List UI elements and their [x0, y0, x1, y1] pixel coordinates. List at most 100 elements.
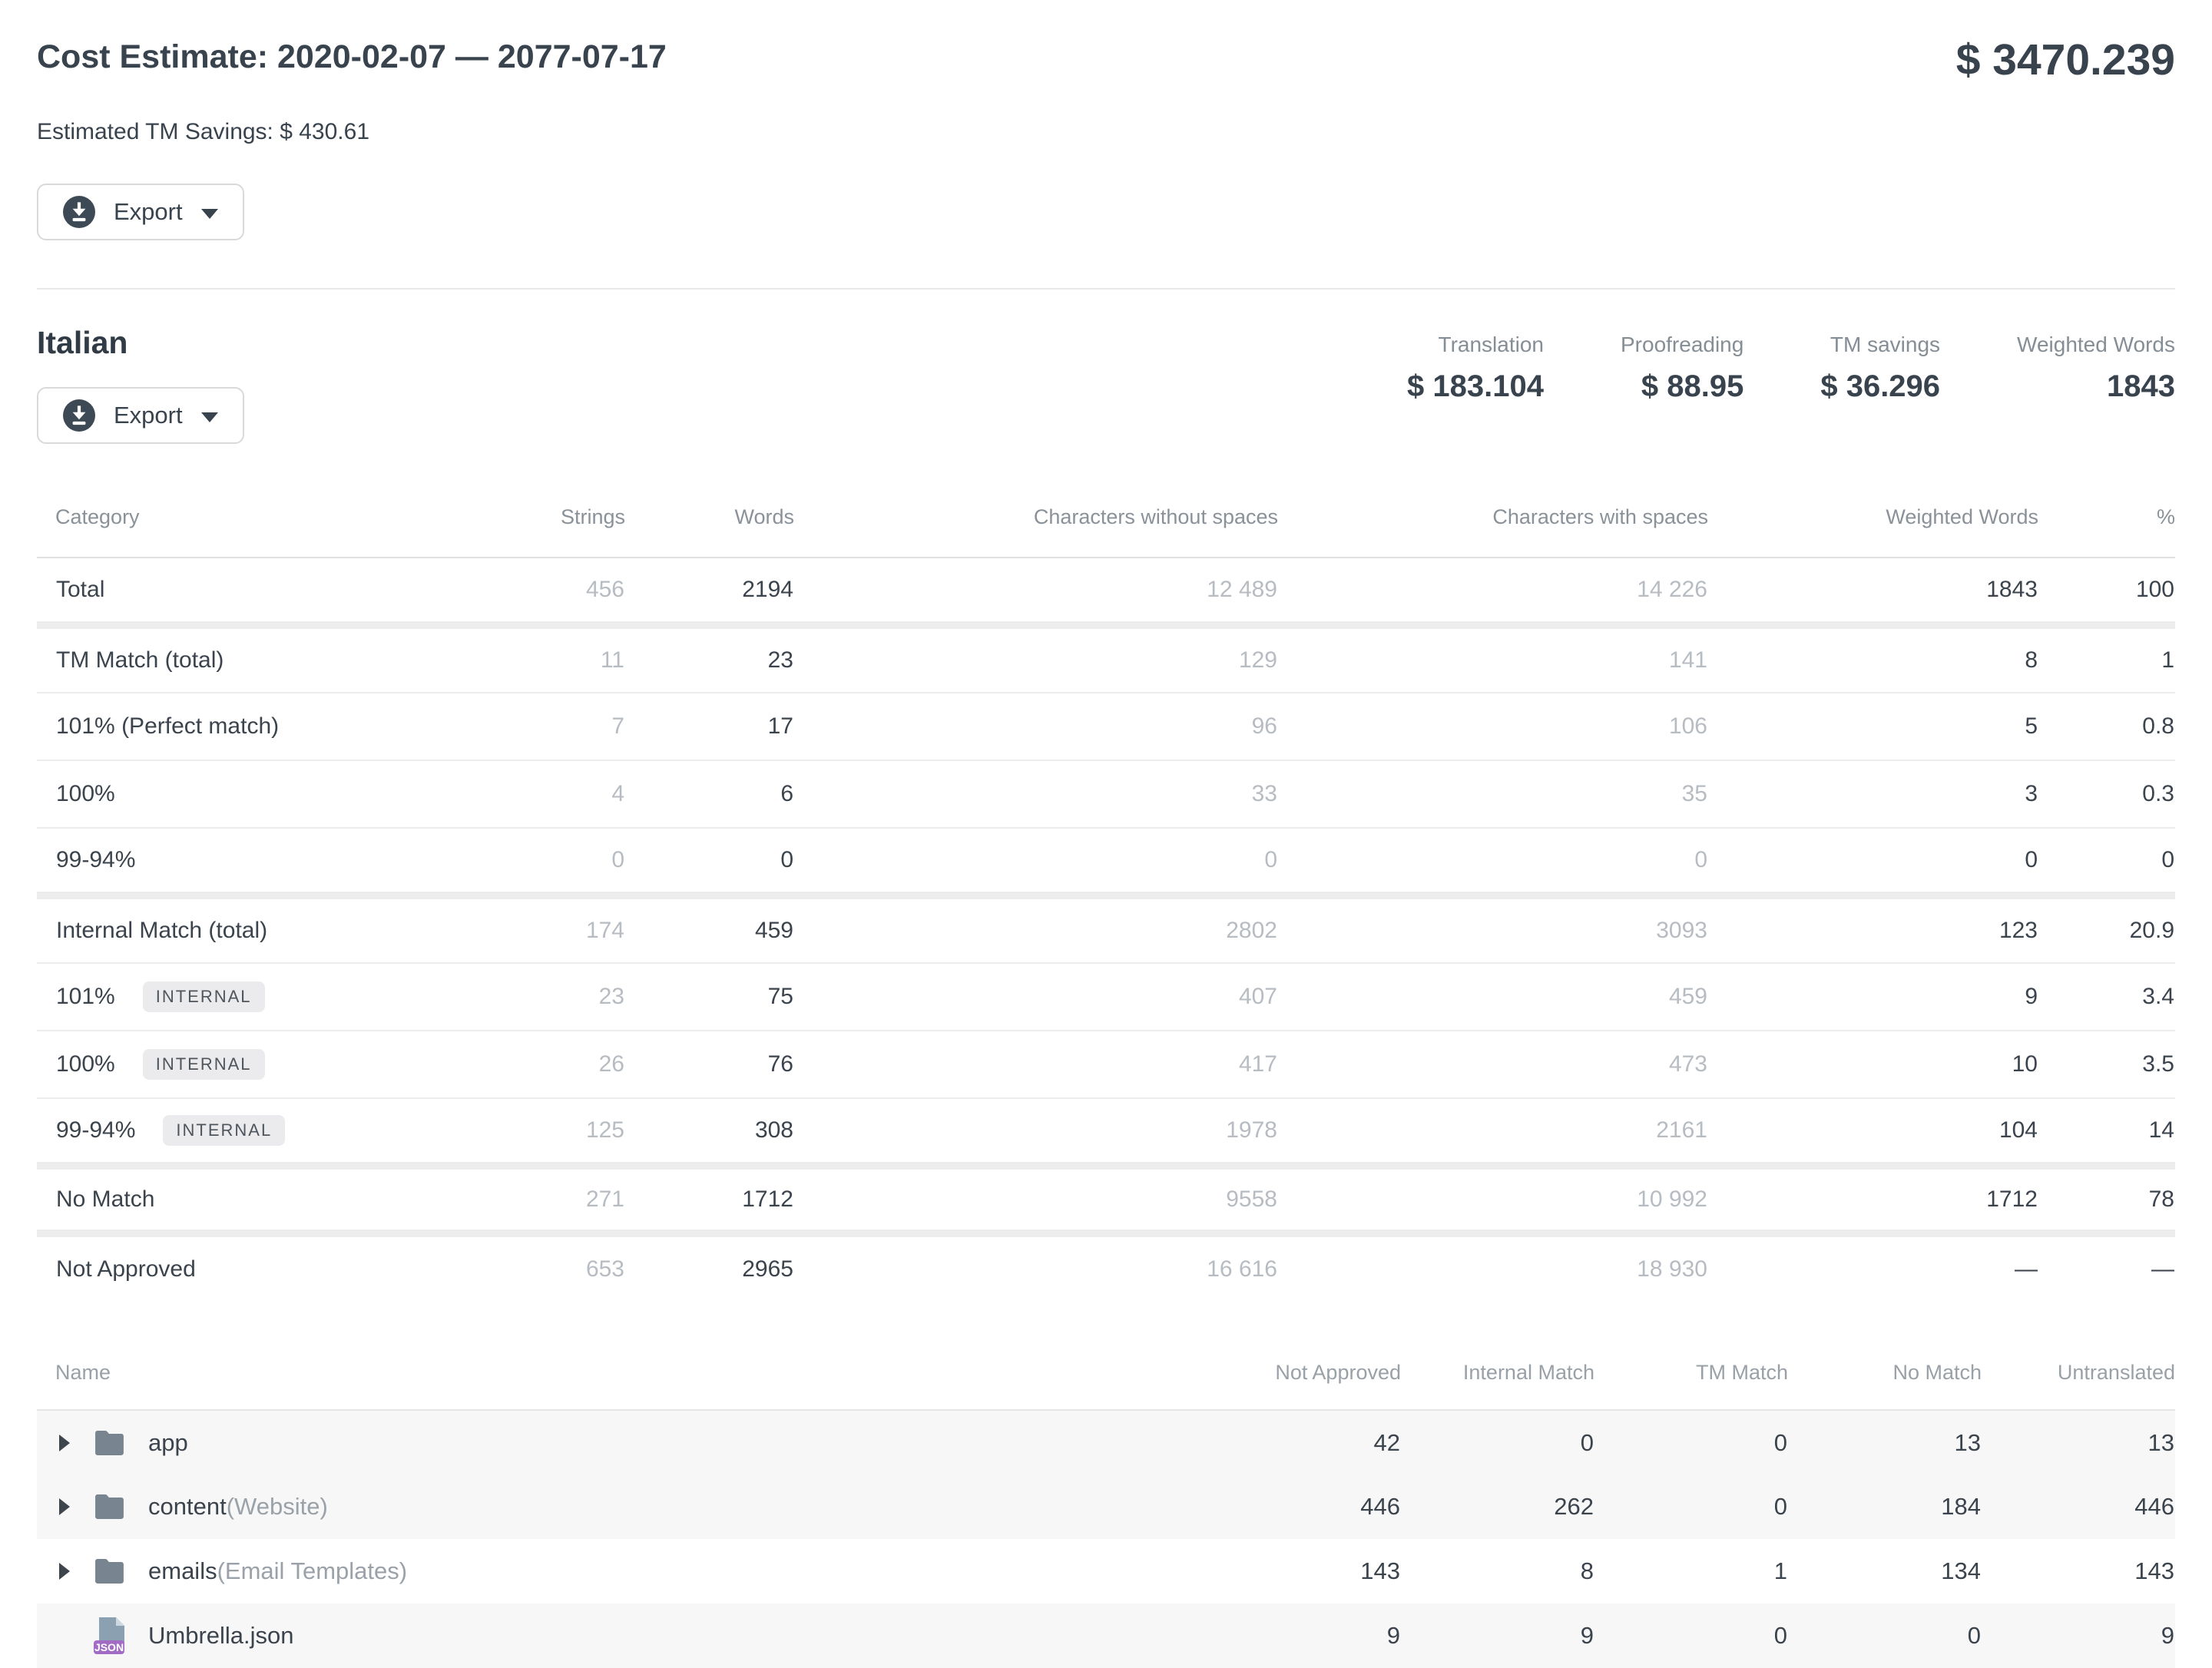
- export-button-label: Export: [114, 402, 183, 429]
- cell-not-approved: 446: [1207, 1474, 1401, 1539]
- cell-chars-with-spaces: 0: [1278, 828, 1708, 895]
- cost-breakdown-table: Category Strings Words Characters withou…: [37, 485, 2175, 1301]
- files-table-body: app 42 0 0 13 13 content (Website) 446: [37, 1410, 2175, 1668]
- category-label: TM Match (total): [56, 647, 224, 673]
- col-name: Name: [37, 1349, 1207, 1410]
- cell-weighted-words: 3: [1708, 760, 2038, 828]
- cell-words: 76: [625, 1031, 794, 1098]
- cell-percent: 78: [2038, 1166, 2175, 1233]
- cell-chars-with-spaces: 459: [1278, 963, 1708, 1031]
- col-category: Category: [37, 485, 410, 558]
- cell-percent: 0: [2038, 828, 2175, 895]
- cost-table-row: 101% INTERNAL 23 75 407 459 9 3.4: [37, 963, 2175, 1031]
- cell-no-match: 134: [1788, 1539, 1982, 1603]
- cell-percent: 20.9: [2038, 895, 2175, 963]
- stat-value: $ 88.95: [1621, 369, 1743, 404]
- cost-table-row: 99-94% INTERNAL 125 308 1978 2161 104 14: [37, 1098, 2175, 1166]
- cell-strings: 4: [410, 760, 625, 828]
- cell-chars-with-spaces: 3093: [1278, 895, 1708, 963]
- cell-percent: 14: [2038, 1098, 2175, 1166]
- cost-table-row: Internal Match (total) 174 459 2802 3093…: [37, 895, 2175, 963]
- cell-not-approved: 42: [1207, 1410, 1401, 1474]
- cell-untranslated: 13: [1982, 1410, 2175, 1474]
- cell-percent: 100: [2038, 558, 2175, 625]
- cell-no-match: 0: [1788, 1603, 1982, 1668]
- cell-chars-without-spaces: 129: [794, 625, 1278, 693]
- category-label: No Match: [56, 1186, 154, 1213]
- page-header: Cost Estimate: 2020-02-07 — 2077-07-17 $…: [37, 0, 2175, 82]
- cell-untranslated: 143: [1982, 1539, 2175, 1603]
- stat-value: $ 36.296: [1820, 369, 1940, 404]
- chevron-down-icon: [201, 209, 218, 219]
- cell-words: 6: [625, 760, 794, 828]
- cell-chars-without-spaces: 2802: [794, 895, 1278, 963]
- cost-table-row: TM Match (total) 11 23 129 141 8 1: [37, 625, 2175, 693]
- file-name: emails: [148, 1557, 217, 1585]
- cell-tm-match: 1: [1594, 1539, 1788, 1603]
- cell-strings: 653: [410, 1233, 625, 1301]
- cell-words: 0: [625, 828, 794, 895]
- cell-internal-match: 9: [1401, 1603, 1594, 1668]
- file-row[interactable]: app 42 0 0 13 13: [37, 1410, 2175, 1474]
- cell-weighted-words: 123: [1708, 895, 2038, 963]
- files-table-header-row: Name Not Approved Internal Match TM Matc…: [37, 1349, 2175, 1410]
- cell-percent: 0.8: [2038, 693, 2175, 760]
- json-file-icon: JSON: [93, 1617, 128, 1655]
- internal-badge: INTERNAL: [143, 981, 265, 1012]
- cost-table-row: 100% 4 6 33 35 3 0.3: [37, 760, 2175, 828]
- cell-untranslated: 9: [1982, 1603, 2175, 1668]
- cell-percent: 3.4: [2038, 963, 2175, 1031]
- cell-strings: 7: [410, 693, 625, 760]
- category-label: 101% (Perfect match): [56, 713, 279, 740]
- cost-table-row: 100% INTERNAL 26 76 417 473 10 3.5: [37, 1031, 2175, 1098]
- stat-label: Weighted Words: [2017, 333, 2175, 357]
- export-button[interactable]: Export: [37, 184, 244, 240]
- cell-words: 75: [625, 963, 794, 1031]
- cell-chars-with-spaces: 473: [1278, 1031, 1708, 1098]
- cell-chars-with-spaces: 106: [1278, 693, 1708, 760]
- download-icon: [63, 196, 95, 228]
- file-suffix: (Email Templates): [217, 1557, 408, 1585]
- cost-table-row: No Match 271 1712 9558 10 992 1712 78: [37, 1166, 2175, 1233]
- stat-label: Proofreading: [1621, 333, 1743, 357]
- cell-chars-without-spaces: 1978: [794, 1098, 1278, 1166]
- cell-tm-match: 0: [1594, 1474, 1788, 1539]
- language-header: Italian Export Translation $ 183.104: [37, 325, 2175, 444]
- col-no-match: No Match: [1788, 1349, 1982, 1410]
- cost-table-row: Total 456 2194 12 489 14 226 1843 100: [37, 558, 2175, 625]
- col-tm-match: TM Match: [1594, 1349, 1788, 1410]
- cell-chars-without-spaces: 9558: [794, 1166, 1278, 1233]
- chevron-right-icon[interactable]: [59, 1498, 70, 1515]
- cell-words: 17: [625, 693, 794, 760]
- cell-strings: 174: [410, 895, 625, 963]
- file-row[interactable]: JSON Umbrella.json 9 9 0 0 9: [37, 1603, 2175, 1668]
- cell-weighted-words: 0: [1708, 828, 2038, 895]
- cell-chars-with-spaces: 2161: [1278, 1098, 1708, 1166]
- cost-table-header-row: Category Strings Words Characters withou…: [37, 485, 2175, 558]
- language-export-button[interactable]: Export: [37, 387, 244, 444]
- cell-strings: 26: [410, 1031, 625, 1098]
- internal-badge: INTERNAL: [143, 1049, 265, 1080]
- cell-percent: 0.3: [2038, 760, 2175, 828]
- cell-words: 2965: [625, 1233, 794, 1301]
- cell-strings: 271: [410, 1166, 625, 1233]
- file-row[interactable]: content (Website) 446 262 0 184 446: [37, 1474, 2175, 1539]
- category-label: 99-94%: [56, 847, 135, 873]
- total-cost: $ 3470.239: [1956, 38, 2175, 82]
- page-title: Cost Estimate: 2020-02-07 — 2077-07-17: [37, 38, 667, 76]
- cell-percent: 3.5: [2038, 1031, 2175, 1098]
- cell-chars-without-spaces: 417: [794, 1031, 1278, 1098]
- internal-badge: INTERNAL: [163, 1115, 285, 1146]
- chevron-right-icon[interactable]: [59, 1435, 70, 1451]
- cell-chars-with-spaces: 141: [1278, 625, 1708, 693]
- download-icon: [63, 399, 95, 432]
- col-weighted-words: Weighted Words: [1708, 485, 2038, 558]
- cell-weighted-words: 10: [1708, 1031, 2038, 1098]
- col-internal-match: Internal Match: [1401, 1349, 1594, 1410]
- col-words: Words: [625, 485, 794, 558]
- chevron-right-icon[interactable]: [59, 1563, 70, 1580]
- cell-chars-without-spaces: 16 616: [794, 1233, 1278, 1301]
- file-row[interactable]: emails (Email Templates) 143 8 1 134 143: [37, 1539, 2175, 1603]
- col-not-approved: Not Approved: [1207, 1349, 1401, 1410]
- language-stats: Translation $ 183.104 Proofreading $ 88.…: [1407, 333, 2175, 404]
